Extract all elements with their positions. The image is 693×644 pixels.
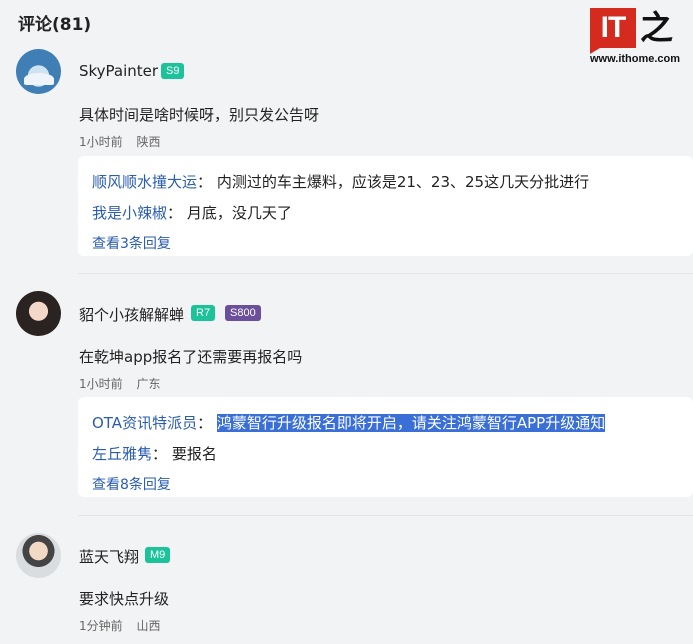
reply-separator: ： <box>152 445 168 463</box>
comment-divider <box>78 273 693 274</box>
reply-item: 顺风顺水撞大运： 内测过的车主爆料，应该是21、23、25这几天分批进行 <box>92 171 589 192</box>
comment-location: 陕西 <box>136 135 161 149</box>
comment-time: 1分钟前 <box>79 619 123 633</box>
comment-content: 具体时间是啥时候呀，别只发公告呀 <box>79 106 320 124</box>
comment-time: 1小时前 <box>79 377 123 391</box>
reply-author[interactable]: 左丘雅隽 <box>92 445 152 463</box>
reply-separator: ： <box>197 414 213 432</box>
reply-text: 要报名 <box>171 445 217 463</box>
comment-location: 广东 <box>136 377 161 391</box>
reply-author[interactable]: OTA资讯特派员 <box>92 414 197 432</box>
comment-username[interactable]: 蓝天飞翔 <box>79 546 139 567</box>
replies-box: 顺风顺水撞大运： 内测过的车主爆料，应该是21、23、25这几天分批进行 我是小… <box>78 156 693 256</box>
comment-username[interactable]: SkyPainter <box>79 62 158 80</box>
view-more-replies-link[interactable]: 查看3条回复 <box>92 233 171 253</box>
reply-text-selected: 鸿蒙智行升级报名即将开启，请关注鸿蒙智行APP升级通知 <box>216 414 606 432</box>
logo-mark: IT <box>590 8 636 54</box>
comment-meta: 1小时前 广东 <box>79 375 170 392</box>
comment-divider <box>78 515 693 516</box>
reply-separator: ： <box>167 204 183 222</box>
ithome-logo: IT 之 www.ithome.com <box>590 8 686 68</box>
avatar[interactable] <box>16 291 61 336</box>
level-badge: M9 <box>145 547 171 563</box>
avatar[interactable] <box>16 533 61 578</box>
comment-content: 在乾坤app报名了还需要再报名吗 <box>79 348 303 366</box>
replies-box: OTA资讯特派员： 鸿蒙智行升级报名即将开启，请关注鸿蒙智行APP升级通知 左丘… <box>78 397 693 497</box>
comment-username[interactable]: 貂个小孩解解蝉 <box>79 304 184 325</box>
reply-author[interactable]: 顺风顺水撞大运 <box>92 173 197 191</box>
comment-content: 要求快点升级 <box>79 590 170 608</box>
view-more-replies-link[interactable]: 查看8条回复 <box>92 474 171 494</box>
reply-text: 内测过的车主爆料，应该是21、23、25这几天分批进行 <box>216 173 590 191</box>
comment-time: 1小时前 <box>79 135 123 149</box>
reply-text: 月底，没几天了 <box>186 204 292 222</box>
logo-glyph: 之 <box>640 8 673 47</box>
reply-separator: ： <box>197 173 213 191</box>
comments-count-title: 评论(81) <box>18 15 92 35</box>
avatar[interactable] <box>16 49 61 94</box>
comment-location: 山西 <box>136 619 161 633</box>
level-badge: S9 <box>161 63 185 79</box>
reply-item: 我是小辣椒： 月底，没几天了 <box>92 202 292 223</box>
reply-item: OTA资讯特派员： 鸿蒙智行升级报名即将开启，请关注鸿蒙智行APP升级通知 <box>92 412 606 433</box>
level-badge: S800 <box>225 305 261 321</box>
reply-author[interactable]: 我是小辣椒 <box>92 204 167 222</box>
reply-item: 左丘雅隽： 要报名 <box>92 443 217 464</box>
comment-meta: 1小时前 陕西 <box>79 133 170 150</box>
level-badge: R7 <box>191 305 216 321</box>
comment-meta: 1分钟前 山西 <box>79 617 170 634</box>
logo-url: www.ithome.com <box>590 53 681 65</box>
